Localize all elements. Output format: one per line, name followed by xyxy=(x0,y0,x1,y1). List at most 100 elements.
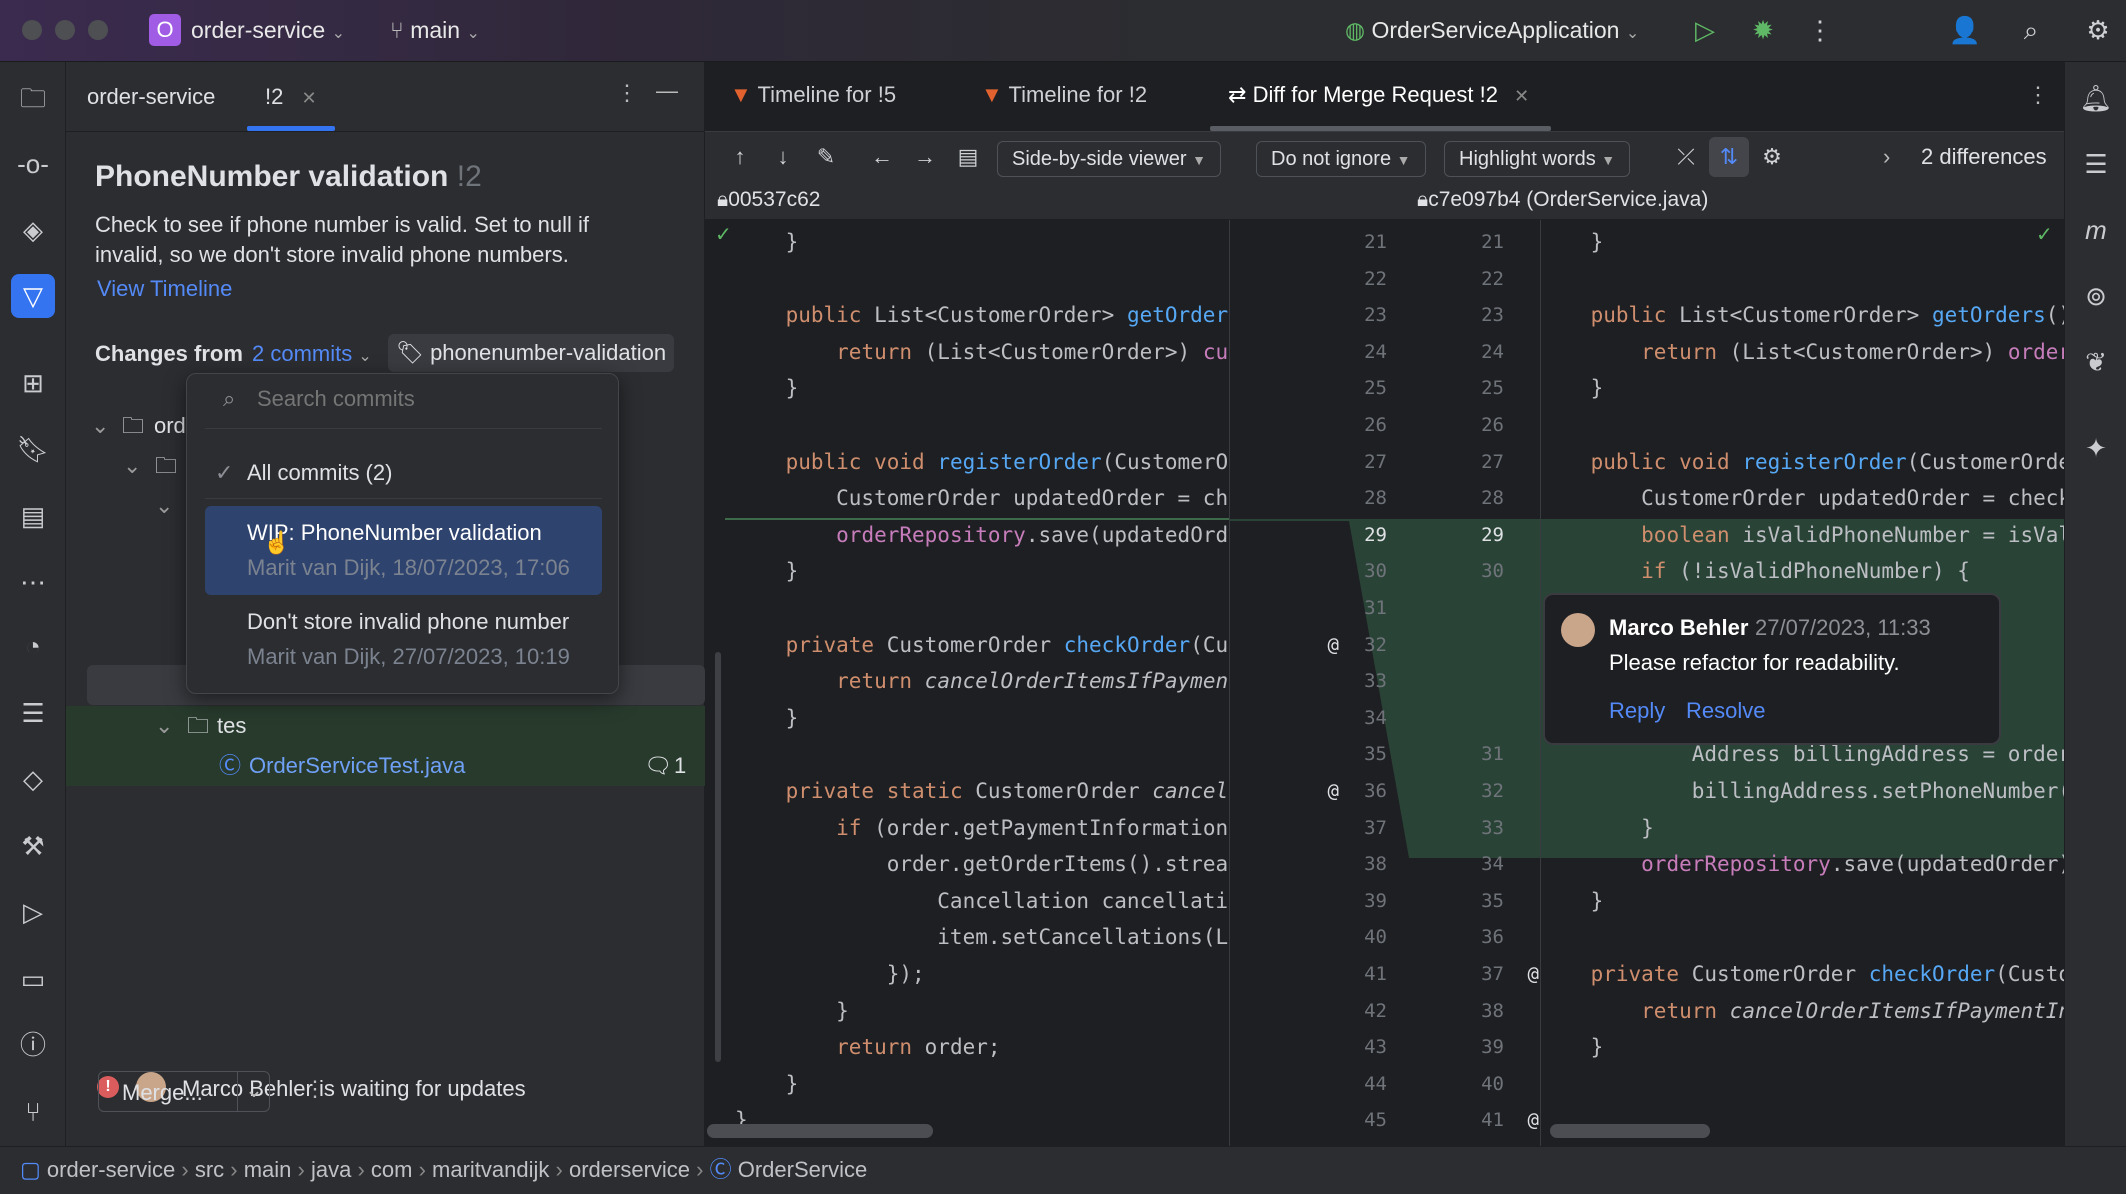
tab-diff-mr-2[interactable]: ⇄ Diff for Merge Request !2 ✕ xyxy=(1228,82,1529,108)
debug-icon[interactable]: ✹ xyxy=(1743,10,1783,50)
breadcrumb-item[interactable]: maritvandijk xyxy=(432,1157,549,1182)
database-file-icon[interactable]: ▤ xyxy=(11,494,55,538)
view-timeline-link[interactable]: View Timeline xyxy=(97,276,232,302)
branch-icon: ⑂ xyxy=(390,17,404,43)
next-file-icon[interactable]: › xyxy=(1883,144,1890,170)
commit-item[interactable]: WIP: PhoneNumber validation Marit van Di… xyxy=(205,506,602,595)
file-icon[interactable]: ▤ xyxy=(948,137,988,177)
spring-icon[interactable]: ❦ xyxy=(2074,340,2118,384)
run-icon[interactable]: ▷ xyxy=(1685,10,1725,50)
tab-order-service[interactable]: order-service xyxy=(87,84,215,110)
breadcrumb-item[interactable]: src xyxy=(195,1157,224,1182)
highlight-dropdown[interactable]: Highlight words ▼ xyxy=(1444,141,1631,177)
services-icon[interactable]: ▷ xyxy=(11,890,55,934)
code-line: return order; xyxy=(836,1035,1001,1060)
branch-selector[interactable]: ⑂ main ⌄ xyxy=(390,17,480,44)
collapse-icon[interactable]: ⤫ xyxy=(1666,137,1706,177)
ignore-dropdown[interactable]: Do not ignore ▼ xyxy=(1256,141,1426,177)
ai-assistant-icon[interactable]: ✦ xyxy=(2074,426,2118,470)
tab-label: Timeline for !2 xyxy=(1008,82,1148,107)
commit-icon[interactable]: -o- xyxy=(11,142,55,186)
code-line: } xyxy=(735,559,799,584)
field: orderRepository xyxy=(836,522,1026,547)
back-icon[interactable]: ← xyxy=(862,137,902,177)
mr-description: Check to see if phone number is valid. S… xyxy=(95,212,590,267)
problems-icon[interactable]: ⓘ xyxy=(11,1023,55,1067)
endpoints-icon[interactable]: ⊚ xyxy=(2074,274,2118,318)
breadcrumb-item[interactable]: java xyxy=(311,1157,351,1182)
tab-mr[interactable]: !2 ✕ xyxy=(265,84,317,110)
tree-row[interactable]: Ⓒ OrderServiceTest.java 🗨︎ 1 xyxy=(66,746,705,786)
profiler-icon[interactable]: ◔ xyxy=(11,624,55,668)
resolve-button[interactable]: Resolve xyxy=(1686,698,1765,724)
add-user-icon[interactable]: 👤 xyxy=(1945,10,1985,50)
more-tools-icon[interactable]: ⋯ xyxy=(11,560,55,604)
code-line: CustomerOrder updatedOrder = checkOrder(… xyxy=(1540,480,2064,517)
mention-icon[interactable]: @ xyxy=(1309,773,1339,810)
next-diff-icon[interactable]: ↓ xyxy=(763,137,803,177)
breadcrumb: ▢ order-service › src › main › java › co… xyxy=(20,1147,867,1193)
gitlab-icon[interactable]: ▽ xyxy=(11,274,55,318)
breadcrumb-item[interactable]: orderservice xyxy=(569,1157,690,1182)
reply-button[interactable]: Reply xyxy=(1609,698,1665,724)
more-tabs-icon[interactable]: ⋮ xyxy=(2027,82,2049,108)
hide-icon[interactable]: — xyxy=(656,78,678,104)
all-commits-option[interactable]: ✓ All commits (2) xyxy=(203,454,600,490)
identifier: getPaymentInformation xyxy=(962,815,1229,840)
breadcrumb-item[interactable]: main xyxy=(244,1157,292,1182)
mention-icon[interactable]: @ xyxy=(1509,956,1539,993)
search-commits-input[interactable] xyxy=(257,382,597,416)
settings-icon[interactable]: ⚙ xyxy=(2078,10,2118,50)
more-options-icon[interactable]: ⋮ xyxy=(304,1076,326,1102)
merge-button[interactable]: Merge... ⌄ xyxy=(98,1071,270,1112)
run-config-selector[interactable]: ◍ OrderServiceApplication ⌄ xyxy=(1345,17,1639,44)
forward-icon[interactable]: → xyxy=(905,137,945,177)
close-icon[interactable]: ✕ xyxy=(301,88,316,108)
horizontal-scrollbar[interactable] xyxy=(707,1124,933,1138)
search-icon[interactable]: ⌕ xyxy=(2011,10,2051,50)
notifications-icon[interactable]: 🔔︎ xyxy=(2074,76,2118,120)
layers-icon[interactable]: ◇ xyxy=(11,757,55,801)
horizontal-scrollbar[interactable] xyxy=(1550,1124,1710,1138)
build-icon[interactable]: ⚒ xyxy=(11,824,55,868)
sync-scroll-icon[interactable]: ⇅ xyxy=(1709,137,1749,177)
commits-dropdown[interactable]: 2 commits ⌄ xyxy=(252,341,372,367)
code-line-added: boolean isValidPhoneNumber = isValid xyxy=(1641,522,2064,547)
breadcrumb-item[interactable]: com xyxy=(371,1157,413,1182)
line-number: 37 xyxy=(1481,963,1504,985)
terminal-icon[interactable]: ▭ xyxy=(11,957,55,1001)
close-window-button[interactable] xyxy=(22,20,42,40)
database-icon[interactable]: ☰ xyxy=(2074,142,2118,186)
left-code-pane[interactable]: } public List<CustomerOrder> getOrders()… xyxy=(735,220,1229,1190)
breadcrumb-item[interactable]: order-service xyxy=(47,1157,175,1182)
line-number: 34 xyxy=(1481,853,1504,876)
bookmark-icon[interactable]: 🔖︎ xyxy=(11,427,55,471)
learn-icon[interactable]: ◈ xyxy=(11,208,55,252)
vertical-scrollbar[interactable] xyxy=(715,652,721,1062)
database-icon[interactable]: ☰ xyxy=(11,691,55,735)
maximize-window-button[interactable] xyxy=(88,20,108,40)
breadcrumb-item[interactable]: OrderService xyxy=(738,1157,868,1182)
project-selector[interactable]: order-service ⌄ xyxy=(191,17,345,44)
chevron-down-icon[interactable]: ⌄ xyxy=(237,1072,270,1111)
tree-row[interactable]: ⌄ 🗀 tes xyxy=(66,706,705,746)
commit-item[interactable]: Don't store invalid phone number Marit v… xyxy=(205,595,602,684)
folder-icon[interactable]: 🗀 xyxy=(11,76,55,120)
mr-id: !2 xyxy=(456,160,482,193)
viewer-dropdown[interactable]: Side-by-side viewer ▼ xyxy=(997,141,1221,177)
identifier: setCancellations xyxy=(1000,925,1203,950)
tab-timeline-5[interactable]: ▼ Timeline for !5 xyxy=(730,82,896,108)
close-icon[interactable]: ✕ xyxy=(1514,86,1529,106)
previous-diff-icon[interactable]: ↑ xyxy=(720,137,760,177)
maven-icon[interactable]: m xyxy=(2074,208,2118,252)
options-icon[interactable]: ⋮ xyxy=(616,80,638,106)
tab-timeline-2[interactable]: ▼ Timeline for !2 xyxy=(981,82,1147,108)
git-icon[interactable]: ⑂ xyxy=(11,1090,55,1134)
structure-icon[interactable]: ⊞ xyxy=(11,361,55,405)
more-icon[interactable]: ⋮ xyxy=(1800,10,1840,50)
mention-icon[interactable]: @ xyxy=(1309,627,1339,664)
settings-icon[interactable]: ⚙ xyxy=(1752,137,1792,177)
mention-icon[interactable]: @ xyxy=(1509,1102,1539,1139)
edit-icon[interactable]: ✎ xyxy=(806,137,846,177)
minimize-window-button[interactable] xyxy=(55,20,75,40)
